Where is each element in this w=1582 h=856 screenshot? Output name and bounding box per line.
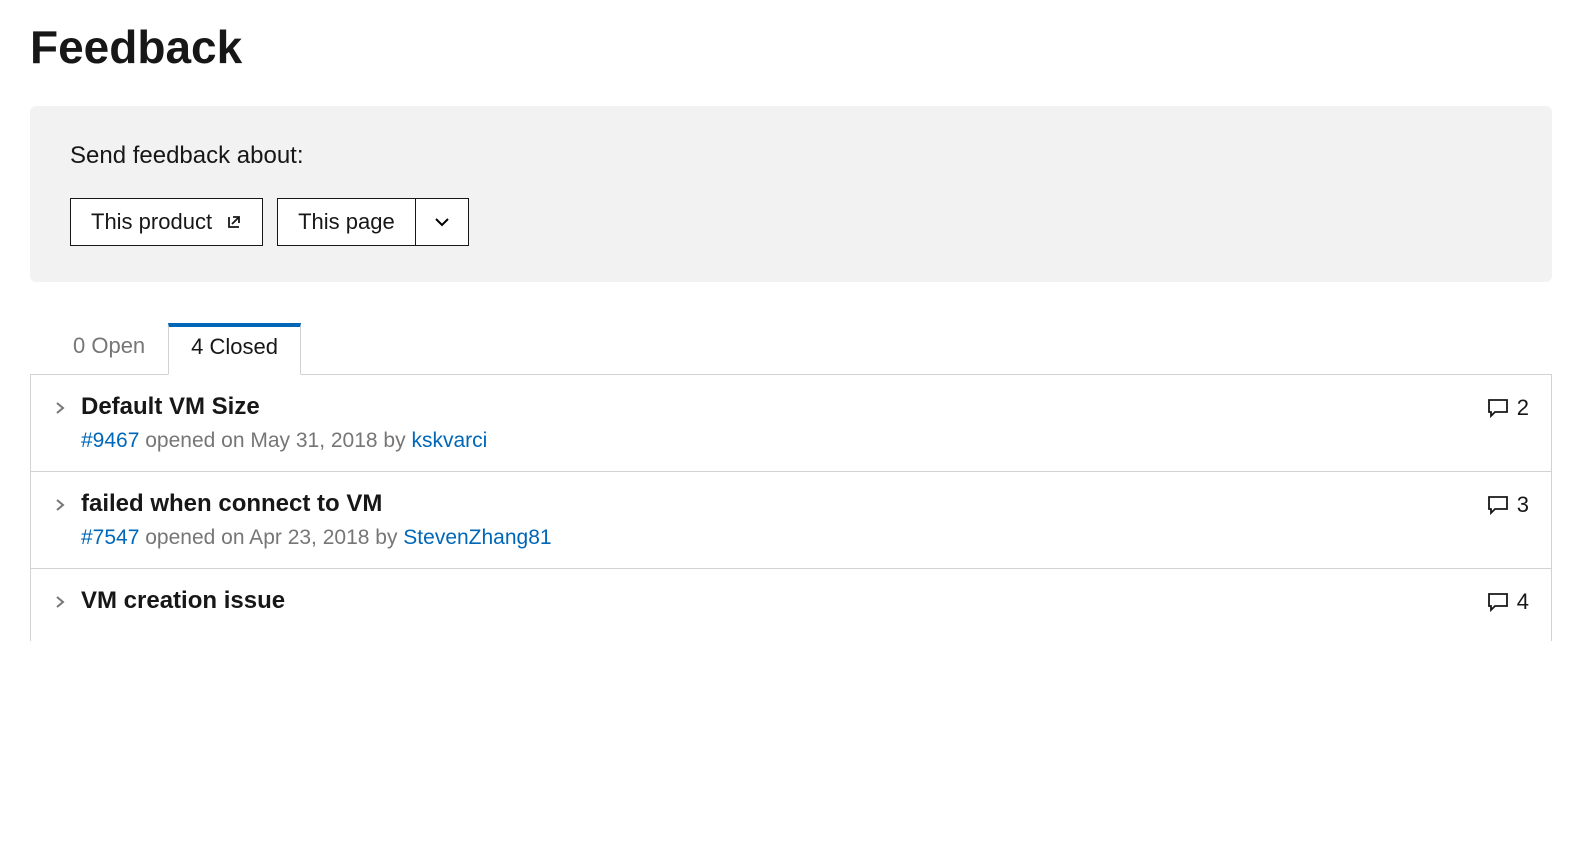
this-page-button[interactable]: This page — [277, 198, 415, 246]
external-link-icon — [226, 214, 242, 230]
this-product-label: This product — [91, 209, 212, 235]
comment-icon — [1487, 494, 1509, 516]
issue-main: VM creation issue — [81, 587, 1473, 623]
chevron-down-icon — [432, 212, 452, 232]
issue-author-link[interactable]: kskvarci — [411, 429, 487, 452]
issue-id-link[interactable]: #9467 — [81, 429, 139, 452]
issue-meta: #9467 opened on May 31, 2018 by kskvarci — [81, 429, 1473, 453]
chevron-right-icon[interactable] — [53, 595, 67, 609]
issue-meta: #7547 opened on Apr 23, 2018 by StevenZh… — [81, 526, 1473, 550]
issue-title[interactable]: Default VM Size — [81, 393, 1473, 421]
issue-item: failed when connect to VM #7547 opened o… — [31, 472, 1551, 569]
issue-meta-text: opened on Apr 23, 2018 by — [139, 526, 403, 549]
comment-count: 3 — [1517, 492, 1529, 518]
comment-icon — [1487, 397, 1509, 419]
issue-comments[interactable]: 4 — [1487, 589, 1529, 615]
issue-meta-text: opened on May 31, 2018 by — [139, 429, 411, 452]
issue-comments[interactable]: 3 — [1487, 492, 1529, 518]
this-product-button[interactable]: This product — [70, 198, 263, 246]
issue-title[interactable]: failed when connect to VM — [81, 490, 1473, 518]
feedback-button-row: This product This page — [70, 198, 1512, 246]
tab-open[interactable]: 0 Open — [50, 322, 168, 374]
comment-icon — [1487, 591, 1509, 613]
page-title: Feedback — [30, 20, 1552, 74]
tabs: 0 Open 4 Closed — [50, 322, 1552, 374]
issue-main: failed when connect to VM #7547 opened o… — [81, 490, 1473, 550]
chevron-right-icon[interactable] — [53, 498, 67, 512]
issue-item: VM creation issue 4 — [31, 569, 1551, 641]
issue-author-link[interactable]: StevenZhang81 — [403, 526, 551, 549]
issue-item: Default VM Size #9467 opened on May 31, … — [31, 375, 1551, 472]
feedback-prompt: Send feedback about: — [70, 142, 1512, 170]
this-page-dropdown-button[interactable] — [415, 198, 469, 246]
issue-id-link[interactable]: #7547 — [81, 526, 139, 549]
this-page-split-button: This page — [277, 198, 469, 246]
tab-closed[interactable]: 4 Closed — [168, 323, 301, 375]
chevron-right-icon[interactable] — [53, 401, 67, 415]
issue-comments[interactable]: 2 — [1487, 395, 1529, 421]
issue-title[interactable]: VM creation issue — [81, 587, 1473, 615]
comment-count: 4 — [1517, 589, 1529, 615]
feedback-box: Send feedback about: This product This p… — [30, 106, 1552, 282]
comment-count: 2 — [1517, 395, 1529, 421]
issue-list: Default VM Size #9467 opened on May 31, … — [30, 374, 1552, 641]
issue-main: Default VM Size #9467 opened on May 31, … — [81, 393, 1473, 453]
